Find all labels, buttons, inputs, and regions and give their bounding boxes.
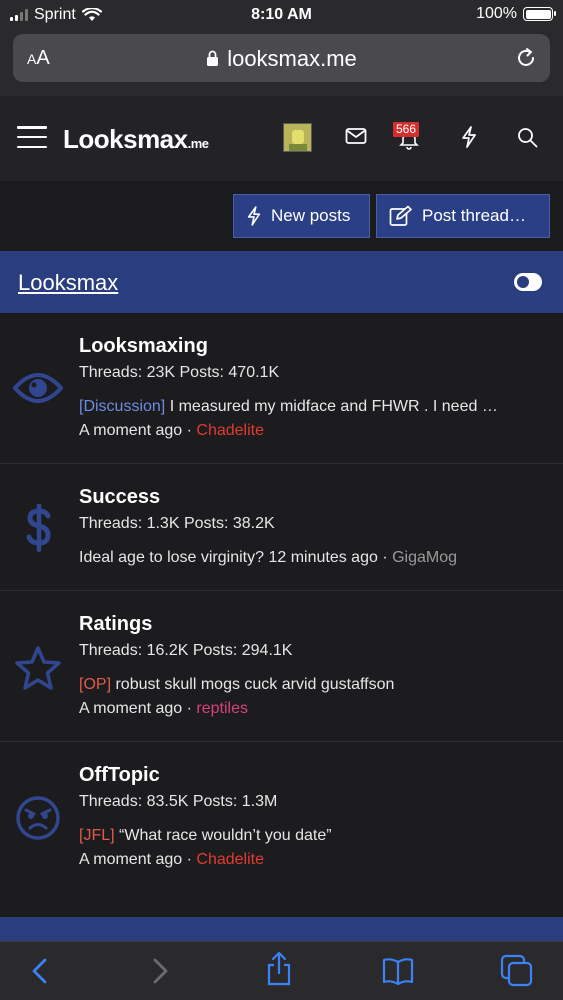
post-author[interactable]: GigaMog — [392, 549, 457, 566]
battery-percent: 100% — [476, 5, 517, 22]
thread-title: I measured my midface and FHWR . I need … — [169, 398, 498, 415]
url-text: looksmax.me — [227, 46, 357, 71]
post-author[interactable]: Chadelite — [196, 422, 264, 439]
browser-toolbar — [0, 941, 563, 1000]
collapse-toggle[interactable] — [514, 273, 542, 291]
lightning-icon[interactable] — [460, 126, 478, 148]
share-icon[interactable] — [265, 951, 293, 987]
thread-prefix: [OP] — [79, 676, 112, 693]
forum-list: Looksmaxing Threads: 23K Posts: 470.1K [… — [0, 313, 563, 917]
notification-badge[interactable]: 566 — [393, 122, 420, 137]
avatar[interactable] — [283, 123, 312, 152]
envelope-icon[interactable] — [345, 127, 367, 145]
forward-icon[interactable] — [150, 957, 170, 985]
forum-row[interactable]: Ratings Threads: 16.2K Posts: 294.1K [OP… — [0, 591, 563, 742]
post-time: A moment ago — [79, 851, 183, 868]
search-icon[interactable] — [517, 127, 538, 148]
site-header: Looksmax.me 566 — [0, 96, 563, 181]
action-bar: New posts Post thread… — [0, 181, 563, 251]
separator: · — [382, 549, 388, 566]
category-title-link[interactable]: Looksmax — [18, 270, 118, 296]
forum-info: Ratings Threads: 16.2K Posts: 294.1K [OP… — [79, 613, 549, 718]
forum-info: OffTopic Threads: 83.5K Posts: 1.3M [JFL… — [79, 764, 549, 869]
new-posts-label: New posts — [271, 206, 351, 225]
lock-icon — [207, 50, 219, 66]
post-time: A moment ago — [79, 422, 183, 439]
forum-stats: Threads: 23K Posts: 470.1K — [79, 364, 280, 381]
latest-thread[interactable]: Ideal age to lose virginity? 12 minutes … — [79, 549, 549, 567]
post-time: A moment ago — [79, 700, 183, 717]
thread-prefix: [JFL] — [79, 827, 115, 844]
menu-icon[interactable] — [17, 126, 47, 148]
latest-thread[interactable]: [JFL] “What race wouldn’t you date” — [79, 827, 549, 845]
category-header: Looksmax — [0, 251, 563, 313]
battery-icon — [523, 7, 556, 21]
lightning-icon — [247, 206, 261, 226]
forum-title[interactable]: Success — [79, 486, 549, 509]
address-bar[interactable]: AA looksmax.me — [13, 34, 550, 82]
site-logo[interactable]: Looksmax.me — [63, 124, 209, 155]
forum-info: Looksmaxing Threads: 23K Posts: 470.1K [… — [79, 335, 549, 440]
thread-title: Ideal age to lose virginity? — [79, 549, 264, 566]
separator: · — [186, 851, 192, 868]
thread-title: “What race wouldn’t you date” — [119, 827, 332, 844]
forum-title[interactable]: Looksmaxing — [79, 335, 549, 358]
post-thread-button[interactable]: Post thread… — [376, 194, 550, 238]
post-time: 12 minutes ago — [268, 549, 378, 566]
forum-info: Success Threads: 1.3K Posts: 38.2K Ideal… — [79, 486, 549, 567]
forum-row[interactable]: OffTopic Threads: 83.5K Posts: 1.3M [JFL… — [0, 742, 563, 917]
forum-stats: Threads: 1.3K Posts: 38.2K — [79, 515, 275, 532]
separator: · — [186, 422, 192, 439]
next-category-header — [0, 917, 563, 941]
eye-icon — [13, 373, 63, 403]
new-posts-button[interactable]: New posts — [233, 194, 370, 238]
logo-main: Looksmax — [63, 124, 188, 154]
bookmarks-icon[interactable] — [382, 957, 414, 985]
url-display[interactable]: looksmax.me — [13, 46, 550, 72]
star-icon — [15, 646, 61, 690]
tabs-icon[interactable] — [500, 954, 534, 988]
forum-stats: Threads: 16.2K Posts: 294.1K — [79, 642, 293, 659]
reload-icon[interactable] — [514, 46, 538, 70]
battery-info: 100% — [476, 5, 556, 23]
back-icon[interactable] — [30, 957, 50, 985]
angry-face-icon — [16, 796, 60, 840]
latest-thread[interactable]: [OP] robust skull mogs cuck arvid gustaf… — [79, 676, 549, 694]
forum-row[interactable]: Looksmaxing Threads: 23K Posts: 470.1K [… — [0, 313, 563, 464]
post-author[interactable]: reptiles — [196, 700, 248, 717]
forum-title[interactable]: OffTopic — [79, 764, 549, 787]
latest-meta: A moment ago · Chadelite — [79, 422, 549, 440]
thread-prefix: [Discussion] — [79, 398, 166, 415]
forum-title[interactable]: Ratings — [79, 613, 549, 636]
latest-meta: A moment ago · Chadelite — [79, 851, 549, 869]
forum-row[interactable]: Success Threads: 1.3K Posts: 38.2K Ideal… — [0, 464, 563, 591]
latest-meta: A moment ago · reptiles — [79, 700, 549, 718]
forum-stats: Threads: 83.5K Posts: 1.3M — [79, 793, 278, 810]
thread-title: robust skull mogs cuck arvid gustaffson — [115, 676, 395, 693]
edit-icon — [389, 205, 412, 226]
logo-tld: .me — [187, 136, 209, 151]
dollar-icon — [26, 504, 51, 552]
post-thread-label: Post thread… — [422, 206, 526, 225]
status-bar: Sprint 8:10 AM 100% — [0, 0, 563, 30]
browser-address-area: AA looksmax.me — [0, 30, 563, 96]
separator: · — [186, 700, 192, 717]
latest-thread[interactable]: [Discussion] I measured my midface and F… — [79, 398, 549, 416]
post-author[interactable]: Chadelite — [196, 851, 264, 868]
